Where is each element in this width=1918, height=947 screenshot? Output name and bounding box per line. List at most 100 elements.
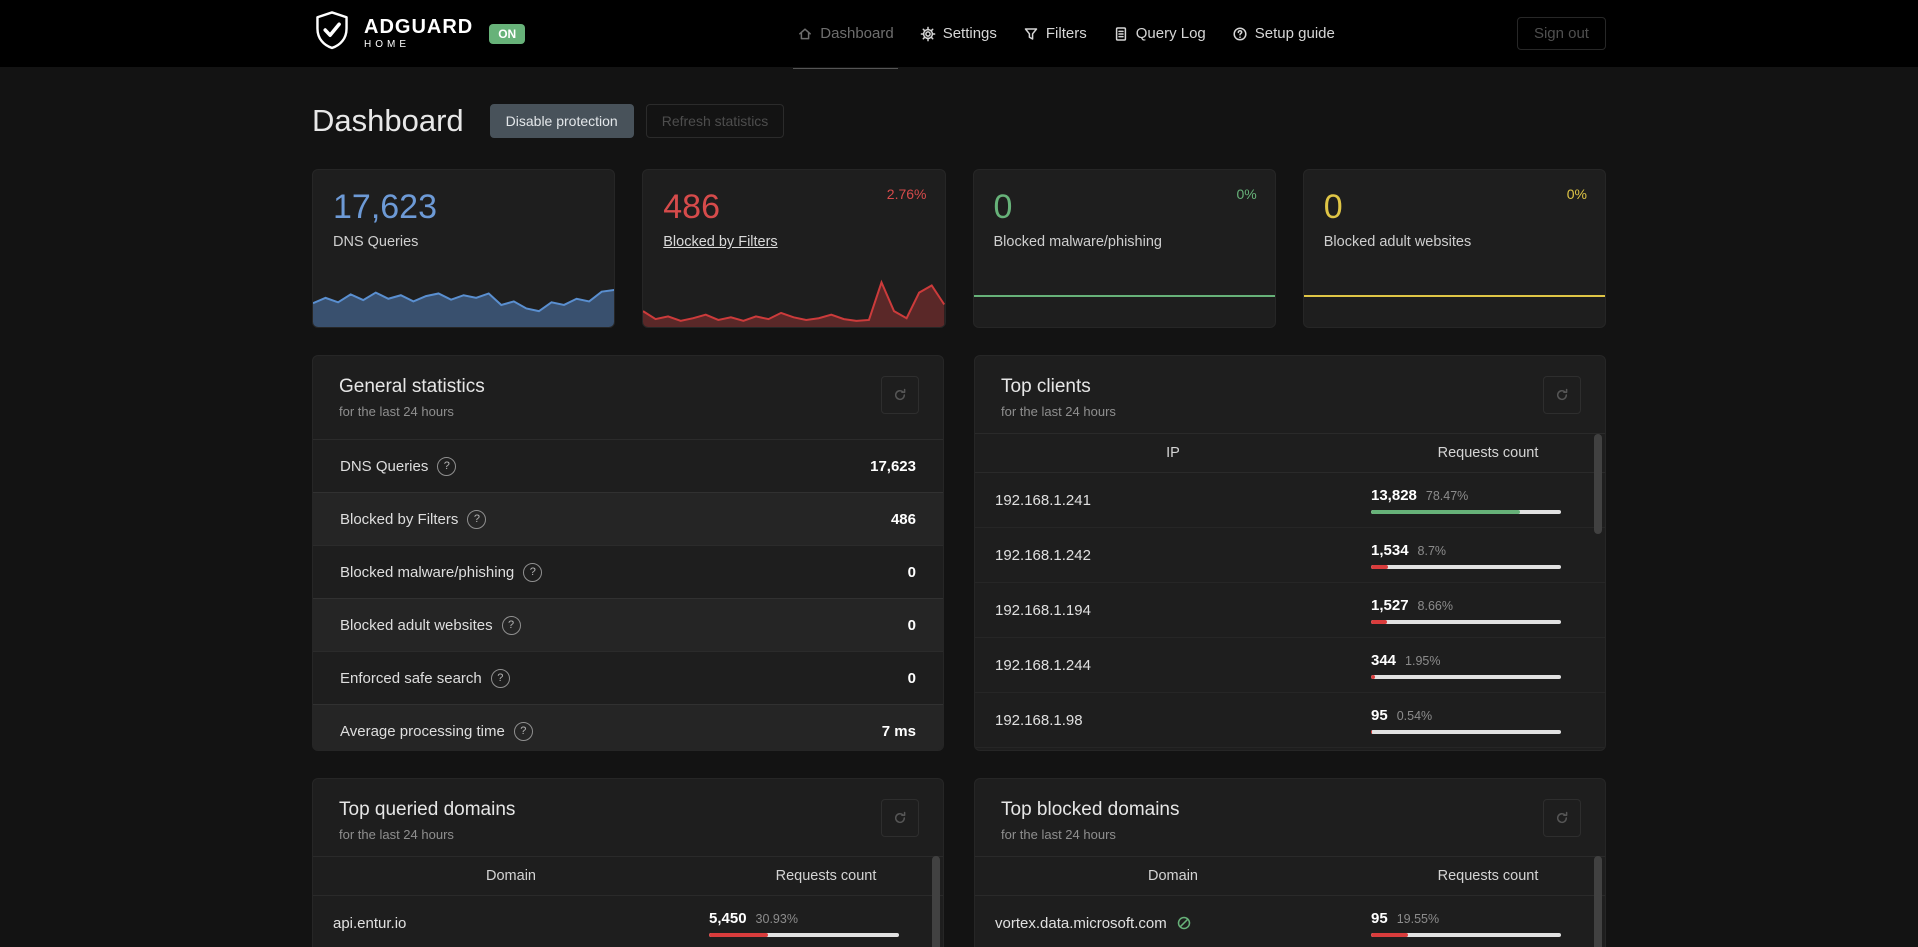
blocked-adult-percent: 0%: [1566, 186, 1587, 202]
client-ip[interactable]: 192.168.1.98: [975, 712, 1371, 729]
progress-bar: [709, 932, 899, 937]
client-row: 192.168.1.242 1,534 8.7%: [975, 528, 1605, 583]
nav-item-filters[interactable]: Filters: [1023, 25, 1087, 42]
stats-row-blocked-adult: Blocked adult websites 0: [313, 598, 943, 651]
top-queried-refresh-button[interactable]: [881, 799, 919, 837]
top-blocked-domains-card: Top blocked domains for the last 24 hour…: [974, 778, 1606, 947]
general-statistics-title: General statistics: [339, 376, 485, 397]
top-blocked-subtitle: for the last 24 hours: [1001, 827, 1116, 842]
domain-count: 5,450: [709, 909, 747, 927]
stat-row-value: 7 ms: [881, 722, 916, 740]
general-statistics-subtitle: for the last 24 hours: [339, 404, 454, 419]
domain-count: 95: [1371, 909, 1388, 927]
client-ip[interactable]: 192.168.1.242: [975, 547, 1371, 564]
top-clients-refresh-button[interactable]: [1543, 376, 1581, 414]
nav-item-settings[interactable]: Settings: [920, 25, 997, 42]
help-tooltip-icon[interactable]: [523, 562, 543, 582]
stat-row-value: 0: [907, 563, 916, 581]
top-blocked-title: Top blocked domains: [1001, 799, 1180, 820]
general-statistics-refresh-button[interactable]: [881, 376, 919, 414]
brand-subtitle: HOME: [364, 39, 410, 50]
nav-item-label: Dashboard: [820, 25, 894, 42]
progress-bar: [1371, 619, 1561, 624]
blocked-adult-flatline-chart: [1303, 295, 1605, 297]
dns-queries-sparkline-chart: [313, 275, 615, 327]
help-tooltip-icon[interactable]: [490, 668, 510, 688]
progress-bar: [1371, 564, 1561, 569]
general-statistics-card: General statistics for the last 24 hours…: [312, 355, 944, 751]
domain-row: api.entur.io 5,450 30.93%: [313, 896, 943, 947]
client-percent: 1.95%: [1405, 653, 1441, 668]
blocked-malware-label: Blocked malware/phishing: [993, 234, 1162, 251]
adguard-shield-logo-icon: [312, 10, 352, 57]
client-ip[interactable]: 192.168.1.194: [975, 602, 1371, 619]
progress-bar: [1371, 729, 1561, 734]
blocked-filters-value: 486: [663, 188, 720, 226]
blocked-malware-flatline-chart: [973, 295, 1275, 297]
column-header-requests-count: Requests count: [1437, 868, 1539, 884]
client-count: 1,534: [1371, 541, 1409, 559]
top-blocked-table-header: Domain Requests count: [975, 856, 1605, 896]
nav-item-dashboard[interactable]: Dashboard: [793, 25, 899, 69]
top-queried-scrollbar[interactable]: [932, 856, 940, 947]
stat-card-blocked-malware: 0 Blocked malware/phishing 0%: [972, 169, 1276, 328]
nav-item-label: Query Log: [1135, 25, 1206, 42]
blocked-slash-icon: [1177, 916, 1190, 930]
nav-links: Dashboard Settings Filters Query Log Set…: [793, 25, 1335, 69]
top-clients-title: Top clients: [1001, 376, 1091, 397]
top-clients-scrollbar[interactable]: [1594, 434, 1602, 534]
queried-domain[interactable]: api.entur.io: [313, 915, 709, 932]
client-ip[interactable]: 192.168.1.241: [975, 492, 1371, 509]
client-percent: 8.66%: [1417, 598, 1453, 613]
client-row: 192.168.1.244 344 1.95%: [975, 638, 1605, 693]
top-clients-card: Top clients for the last 24 hours IP Req…: [974, 355, 1606, 751]
client-row: 192.168.1.241 13,828 78.47%: [975, 473, 1605, 528]
sign-out-button[interactable]: Sign out: [1516, 17, 1606, 50]
adguard-home-brand[interactable]: ADGUARD HOME ON: [312, 10, 526, 57]
stat-card-blocked-adult: 0 Blocked adult websites 0%: [1302, 169, 1606, 328]
nav-item-setup-guide[interactable]: Setup guide: [1232, 25, 1335, 42]
blocked-filters-link[interactable]: Blocked by Filters: [663, 234, 924, 250]
refresh-statistics-button[interactable]: Refresh statistics: [645, 104, 785, 138]
nav-item-label: Settings: [942, 25, 997, 42]
client-ip[interactable]: 192.168.1.244: [975, 657, 1371, 674]
blocked-adult-value: 0: [1323, 188, 1343, 226]
help-tooltip-icon[interactable]: [437, 456, 457, 476]
question-circle-icon: [1233, 26, 1247, 41]
top-queried-domains-card: Top queried domains for the last 24 hour…: [312, 778, 944, 947]
page-header: Dashboard Disable protection Refresh sta…: [312, 103, 1606, 139]
stat-card-blocked-by-filters: 486 Blocked by Filters 2.76%: [642, 169, 946, 328]
top-blocked-refresh-button[interactable]: [1543, 799, 1581, 837]
top-queried-table-header: Domain Requests count: [313, 856, 943, 896]
page-title: Dashboard: [312, 103, 464, 138]
home-icon: [799, 27, 812, 39]
help-tooltip-icon[interactable]: [467, 509, 487, 529]
blocked-filters-percent: 2.76%: [886, 186, 927, 202]
client-count: 344: [1371, 651, 1397, 669]
top-clients-table-header: IP Requests count: [975, 433, 1605, 473]
top-blocked-scrollbar[interactable]: [1594, 856, 1602, 947]
refresh-icon: [894, 811, 906, 824]
nav-item-label: Filters: [1045, 25, 1087, 42]
client-percent: 0.54%: [1396, 708, 1433, 723]
stat-row-value: 17,623: [870, 457, 916, 475]
column-header-requests-count: Requests count: [1437, 445, 1539, 461]
help-tooltip-icon[interactable]: [501, 615, 521, 635]
dns-queries-value: 17,623: [333, 188, 437, 226]
domain-row: vortex.data.microsoft.com 95 19.55%: [975, 896, 1605, 947]
stat-row-label: Enforced safe search: [340, 669, 482, 687]
blocked-filters-sparkline-chart: [643, 275, 945, 327]
blocked-adult-label: Blocked adult websites: [1323, 234, 1472, 251]
top-queried-subtitle: for the last 24 hours: [339, 827, 454, 842]
disable-protection-button[interactable]: Disable protection: [489, 104, 634, 138]
stat-cards-row: 17,623 DNS Queries 486 Blocked by Filter…: [312, 169, 1606, 328]
refresh-icon: [894, 388, 906, 401]
client-row: 192.168.1.194 1,527 8.66%: [975, 583, 1605, 638]
blocked-domain[interactable]: vortex.data.microsoft.com: [975, 915, 1371, 932]
stat-row-value: 0: [907, 616, 916, 634]
stat-row-value: 486: [890, 510, 916, 528]
help-tooltip-icon[interactable]: [513, 721, 533, 741]
stat-card-dns-queries: 17,623 DNS Queries: [312, 169, 616, 328]
nav-item-query-log[interactable]: Query Log: [1113, 25, 1206, 42]
client-count: 95: [1371, 706, 1388, 724]
